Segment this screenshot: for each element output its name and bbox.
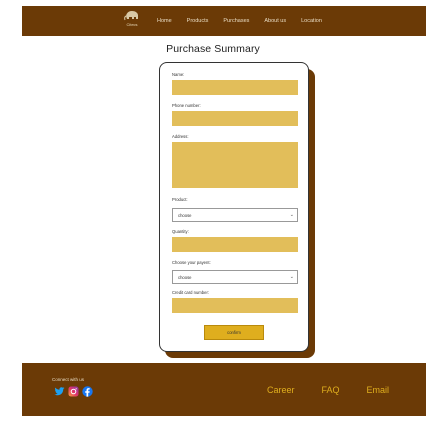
elephant-logo-icon — [124, 11, 138, 21]
phone-field[interactable] — [172, 111, 298, 126]
chevron-down-icon: ⌄ — [289, 211, 294, 218]
footer-link-email[interactable]: Email — [367, 385, 390, 395]
logo-text: Citecs — [126, 22, 138, 27]
name-label: Name: — [172, 72, 185, 77]
nav-menu: Home Products Purchases About us Locatio… — [157, 6, 337, 36]
page-title: Purchase Summary — [166, 43, 260, 55]
quantity-field[interactable] — [172, 237, 298, 252]
product-select-value: choose — [178, 212, 192, 218]
page: Citecs Home Products Purchases About us … — [0, 0, 426, 425]
card-label: Credit card number: — [172, 290, 210, 295]
payment-select[interactable]: choose ⌄ — [172, 270, 298, 284]
product-select[interactable]: choose ⌄ — [172, 208, 298, 222]
phone-label: Phone number: — [172, 103, 201, 108]
footer-links: Career FAQ Email — [267, 363, 416, 416]
address-label: Address: — [172, 134, 189, 139]
quantity-label: Quantity: — [172, 229, 189, 234]
footer-link-faq[interactable]: FAQ — [322, 385, 340, 395]
top-navbar: Citecs Home Products Purchases About us … — [22, 6, 426, 36]
address-field[interactable] — [172, 142, 298, 188]
social-links — [53, 385, 95, 397]
payment-label: Choose your payent: — [172, 260, 211, 265]
connect-text: Connect with us — [52, 377, 85, 382]
name-field[interactable] — [172, 80, 298, 95]
footer-link-career[interactable]: Career — [267, 385, 295, 395]
nav-home[interactable]: Home — [157, 18, 172, 24]
confirm-button[interactable]: confirm — [204, 325, 264, 340]
chevron-down-icon: ⌄ — [289, 273, 294, 280]
footer: Connect with us Career FAQ Email — [22, 363, 426, 416]
nav-products[interactable]: Products — [187, 18, 209, 24]
payment-select-value: choose — [178, 274, 192, 280]
purchase-form: Name: Phone number: Address: Product: ch… — [159, 62, 309, 352]
nav-location[interactable]: Location — [301, 18, 322, 24]
card-number-field[interactable] — [172, 298, 298, 313]
nav-about-us[interactable]: About us — [264, 18, 286, 24]
twitter-icon[interactable] — [53, 385, 65, 397]
logo[interactable]: Citecs — [122, 9, 142, 33]
facebook-icon[interactable] — [81, 385, 93, 397]
instagram-icon[interactable] — [67, 385, 79, 397]
nav-purchases[interactable]: Purchases — [223, 18, 249, 24]
product-label: Product: — [172, 197, 188, 202]
